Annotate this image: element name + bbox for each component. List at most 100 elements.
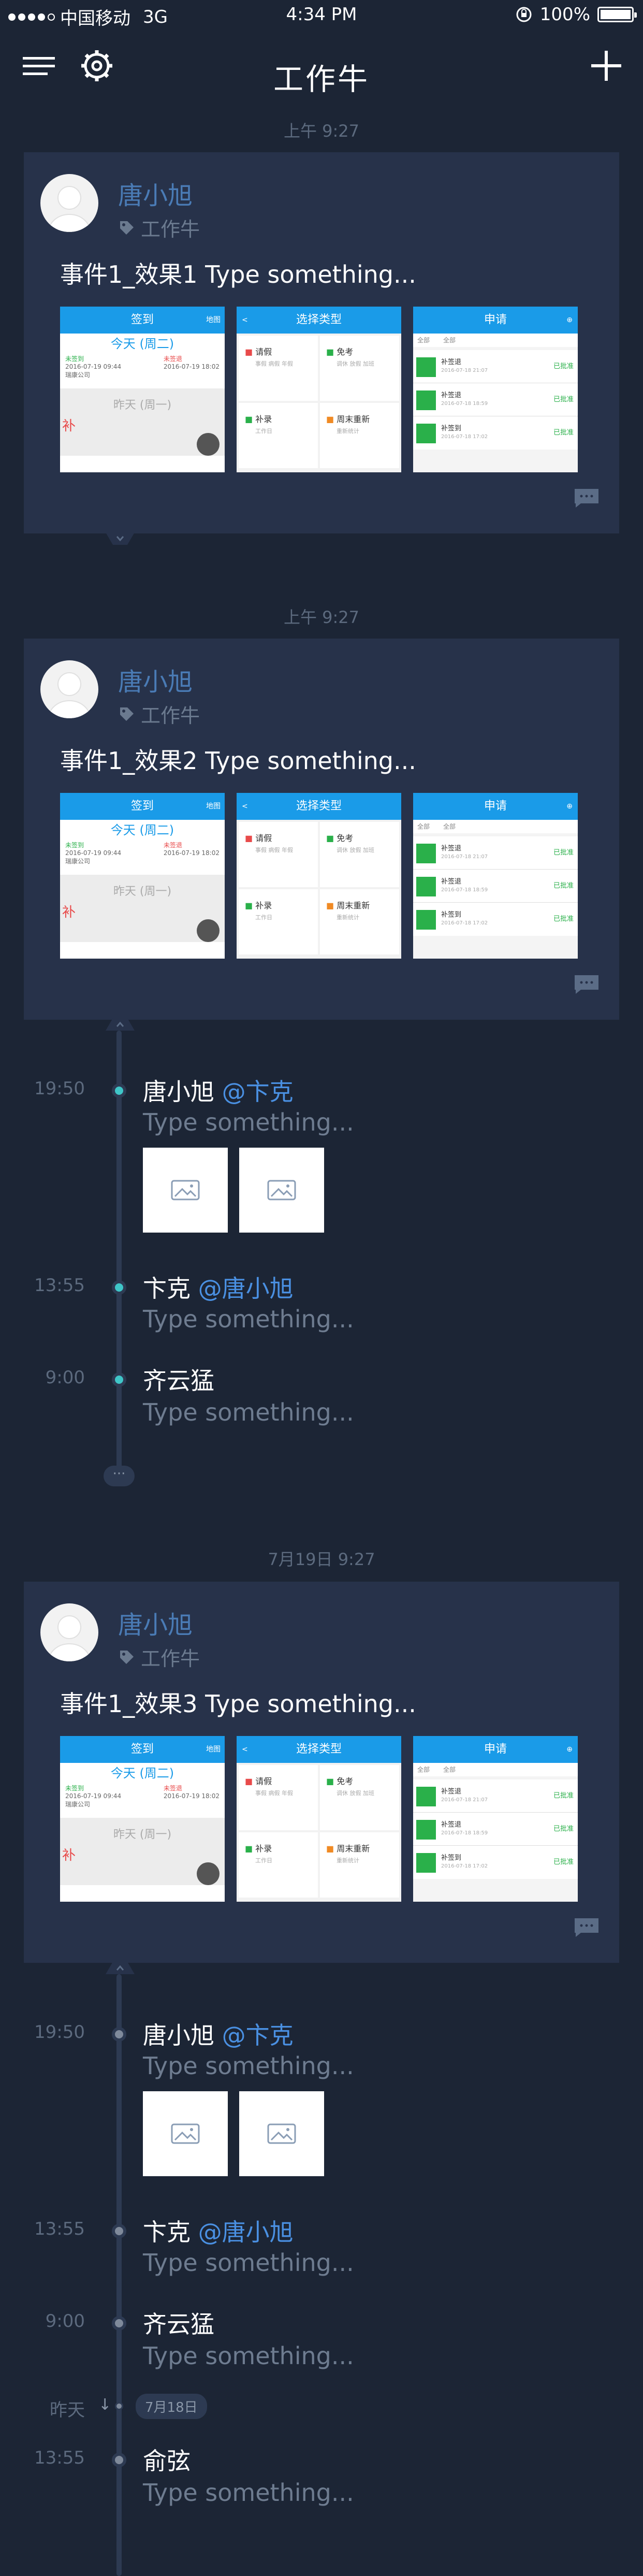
mention-link[interactable]: @唐小旭 (198, 1275, 294, 1303)
tag-icon (120, 221, 134, 235)
checkin-yesterday: 昨天 (周一) (113, 1828, 172, 1841)
timeline-dot (112, 2224, 126, 2238)
image-thumbnail[interactable] (143, 2091, 228, 2176)
expand-tab[interactable] (106, 1015, 135, 1031)
mention-link[interactable]: @卞克 (222, 2021, 294, 2049)
buke-mark: 补 (62, 418, 76, 434)
entry-author[interactable]: 齐云猛 (143, 1362, 214, 1396)
image-placeholder-icon (267, 1180, 296, 1200)
apply-screenshot[interactable]: 申请 ⊕ 全部 全部 补签退 2016-07-18 21:07 已批准 补签退 2016-… (413, 793, 578, 959)
project-tag: 工作牛 (118, 700, 200, 728)
checkin-screenshot[interactable]: 签到 地图 今天 (周二) 未签到 2016-07-19 09:44 瑞康公司 未签退… (60, 793, 225, 959)
type-item: ■ 免考 调休 放假 加班 (320, 1765, 399, 1830)
time-separator: 上午 9:27 (283, 607, 360, 627)
avatar[interactable] (40, 660, 98, 718)
entry-time: 13:55 (34, 1275, 85, 1296)
project-tag: 工作牛 (118, 1643, 200, 1671)
checkin-time: 2016-07-19 09:44 (65, 849, 122, 857)
apply-screenshot[interactable]: 申请 ⊕ 全部 全部 补签退 2016-07-18 21:07 已批准 补签退 2016-… (413, 1736, 578, 1902)
apply-row: 补签到 2016-07-18 17:02 已批准 (413, 1846, 578, 1879)
entry-author[interactable]: 齐云猛 (143, 2306, 214, 2340)
page-title: 工作牛 (273, 62, 370, 97)
event-card[interactable]: 唐小旭 工作牛 事件1_效果2 Type something... 签到 地图 今… (24, 639, 619, 1020)
tag-icon (120, 707, 134, 721)
entry-time: 19:50 (34, 2022, 85, 2043)
author-name[interactable]: 唐小旭 (118, 1604, 193, 1641)
battery-icon (597, 7, 637, 22)
author-name[interactable]: 唐小旭 (118, 175, 193, 211)
type-item: ■ 请假 事假 病假 年假 (239, 336, 318, 401)
checkin-today: 今天 (周二) (110, 823, 174, 837)
shot-titlebar: < 选择类型 (237, 1736, 401, 1763)
event-card[interactable]: 唐小旭 工作牛 事件1_效果1 Type something... 签到 地图 今… (24, 152, 619, 533)
tag-label: 工作牛 (141, 218, 200, 241)
apply-row: 补签到 2016-07-18 17:02 已批准 (413, 416, 578, 450)
add-icon[interactable] (588, 48, 624, 84)
apply-row: 补签退 2016-07-18 18:59 已批准 (413, 870, 578, 903)
comment-icon[interactable] (574, 488, 600, 509)
screenshot-strip: 签到 地图 今天 (周二) 未签到 2016-07-19 09:44 瑞康公司 未签退… (60, 307, 578, 472)
checkin-screenshot[interactable]: 签到 地图 今天 (周二) 未签到 2016-07-19 09:44 瑞康公司 未签退… (60, 307, 225, 472)
status-right: 100% (515, 4, 637, 25)
buke-mark: 补 (62, 905, 76, 920)
entry-author[interactable]: 卞克 @唐小旭 (143, 2213, 294, 2248)
shot-titlebar: 签到 地图 (60, 307, 225, 334)
apply-row: 补签退 2016-07-18 18:59 已批准 (413, 383, 578, 416)
entry-author[interactable]: 卞克 @唐小旭 (143, 1270, 294, 1304)
checkin-screenshot[interactable]: 签到 地图 今天 (周二) 未签到 2016-07-19 09:44 瑞康公司 未签退… (60, 1736, 225, 1902)
mention-link[interactable]: @唐小旭 (198, 2218, 294, 2246)
checkin-time: 2016-07-19 09:44 (65, 363, 122, 370)
tag-label: 工作牛 (141, 704, 200, 727)
entry-text: Type something... (143, 2052, 354, 2080)
entry-text: Type something... (143, 1398, 354, 1426)
fab-icon (197, 1862, 220, 1885)
event-card[interactable]: 唐小旭 工作牛 事件1_效果3 Type something... 签到 地图 今… (24, 1582, 619, 1963)
shot-titlebar: 签到 地图 (60, 1736, 225, 1763)
timeline-dot (112, 1083, 126, 1098)
image-placeholder-icon (171, 2123, 200, 2144)
checkin-today: 今天 (周二) (110, 1766, 174, 1781)
time-separator: 7月19日 9:27 (268, 1550, 375, 1569)
entry-author[interactable]: 俞弦 (143, 2442, 191, 2477)
event-text: 事件1_效果1 Type something... (60, 261, 416, 288)
image-placeholder-icon (171, 1180, 200, 1200)
date-badge[interactable]: 7月18日 (136, 2394, 207, 2419)
type-item: ■ 请假 事假 病假 年假 (239, 822, 318, 887)
type-item: ■ 补录 工作日 (239, 403, 318, 468)
image-placeholder-icon (267, 2123, 296, 2144)
tag-icon (120, 1650, 134, 1664)
tag-label: 工作牛 (141, 1647, 200, 1670)
event-text: 事件1_效果3 Type something... (60, 1690, 416, 1718)
author-name[interactable]: 唐小旭 (118, 661, 193, 698)
type-item: ■ 周末重新 重新统计 (320, 889, 399, 954)
checkin-company: 瑞康公司 (65, 858, 91, 865)
apply-screenshot[interactable]: 申请 ⊕ 全部 全部 补签退 2016-07-18 21:07 已批准 补签退 2016-… (413, 307, 578, 472)
entry-text: Type something... (143, 1108, 354, 1136)
avatar[interactable] (40, 1603, 98, 1661)
checkin-status: 未签退 (163, 355, 182, 363)
select-type-screenshot[interactable]: < 选择类型 ■ 请假 事假 病假 年假 ■ 免考 调休 放假 加班 ■ 补录 工作日 … (237, 793, 401, 959)
type-item: ■ 请假 事假 病假 年假 (239, 1765, 318, 1830)
entry-author[interactable]: 唐小旭 @卞克 (143, 1073, 294, 1107)
image-thumbnail[interactable] (239, 2091, 324, 2176)
timeline-dot (115, 2402, 123, 2410)
type-item: ■ 补录 工作日 (239, 1832, 318, 1898)
mention-link[interactable]: @卞克 (222, 1078, 294, 1106)
load-more-button[interactable]: ··· (104, 1466, 135, 1486)
collapse-tab[interactable] (106, 532, 135, 548)
type-item: ■ 补录 工作日 (239, 889, 318, 954)
entry-author[interactable]: 唐小旭 @卞克 (143, 2017, 294, 2051)
avatar[interactable] (40, 174, 98, 232)
checkin-status: 未签退 (163, 842, 182, 849)
comment-icon[interactable] (574, 974, 600, 995)
entry-text: Type something... (143, 2249, 354, 2277)
comment-icon[interactable] (574, 1917, 600, 1938)
expand-tab[interactable] (106, 1959, 135, 1974)
shot-titlebar: 签到 地图 (60, 793, 225, 820)
buke-mark: 补 (62, 1848, 76, 1863)
select-type-screenshot[interactable]: < 选择类型 ■ 请假 事假 病假 年假 ■ 免考 调休 放假 加班 ■ 补录 工作日 … (237, 307, 401, 472)
select-type-screenshot[interactable]: < 选择类型 ■ 请假 事假 病假 年假 ■ 免考 调休 放假 加班 ■ 补录 工作日 … (237, 1736, 401, 1902)
checkin-status: 未签到 (65, 355, 84, 363)
image-thumbnail[interactable] (239, 1148, 324, 1233)
image-thumbnail[interactable] (143, 1148, 228, 1233)
